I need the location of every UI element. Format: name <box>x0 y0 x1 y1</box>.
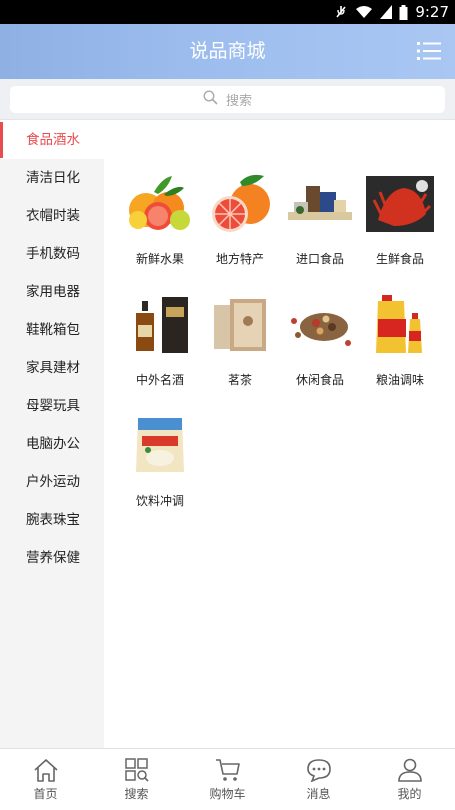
subcategory-fruit[interactable]: 新鲜水果 <box>120 164 200 274</box>
wifi-icon <box>355 5 373 19</box>
subcategory-label: 进口食品 <box>295 252 344 266</box>
subcategory-label: 茗茶 <box>227 373 252 387</box>
tab-home[interactable]: 首页 <box>0 749 91 810</box>
page-title: 说品商城 <box>189 40 266 62</box>
sidebar-item-phones[interactable]: 手机数码 <box>0 235 104 273</box>
sidebar-item-health[interactable]: 营养保健 <box>0 539 104 577</box>
liquor-icon <box>120 285 200 363</box>
subcategory-label: 粮油调味 <box>375 373 424 387</box>
sidebar-item-baby-toys[interactable]: 母婴玩具 <box>0 387 104 425</box>
imported-food-icon <box>280 164 360 242</box>
status-bar: 9:27 <box>0 0 455 24</box>
tab-label: 我的 <box>397 787 422 801</box>
subcategory-fresh-food[interactable]: 生鲜食品 <box>360 164 440 274</box>
category-content: 新鲜水果 地方特产 进口食品 生鲜食品 中外名酒 茗茶 休闲食品 粮油调味 饮料… <box>104 121 455 748</box>
app-header: 说品商城 <box>0 24 455 79</box>
tab-label: 搜索 <box>124 787 149 801</box>
bottom-tab-bar: 首页 搜索 购物车 消息 我的 <box>0 748 455 810</box>
subcategory-label: 饮料冲调 <box>135 494 184 508</box>
sidebar-item-computers[interactable]: 电脑办公 <box>0 425 104 463</box>
seafood-icon <box>360 164 440 242</box>
sidebar-item-apparel[interactable]: 衣帽时装 <box>0 197 104 235</box>
tab-messages[interactable]: 消息 <box>273 749 364 810</box>
home-icon <box>33 758 59 782</box>
tab-search[interactable]: 搜索 <box>91 749 182 810</box>
search-input[interactable]: 搜索 <box>10 86 445 113</box>
category-sidebar: 食品酒水 清洁日化 衣帽时装 手机数码 家用电器 鞋靴箱包 家具建材 母婴玩具 … <box>0 121 104 748</box>
status-time: 9:27 <box>415 3 449 21</box>
cooking-oil-icon <box>360 285 440 363</box>
battery-icon <box>399 4 408 20</box>
tab-label: 消息 <box>306 787 331 801</box>
sidebar-item-food-drinks[interactable]: 食品酒水 <box>0 121 104 159</box>
grapefruit-icon <box>200 164 280 242</box>
mute-icon <box>334 5 348 19</box>
subcategory-imported-food[interactable]: 进口食品 <box>280 164 360 274</box>
subcategory-label: 新鲜水果 <box>135 252 184 266</box>
drink-powder-icon <box>120 406 200 484</box>
subcategory-liquor[interactable]: 中外名酒 <box>120 285 200 395</box>
tab-label: 购物车 <box>209 787 246 801</box>
subcategory-oil-seasoning[interactable]: 粮油调味 <box>360 285 440 395</box>
subcategory-label: 地方特产 <box>215 252 264 266</box>
search-icon <box>203 90 218 109</box>
tea-box-icon <box>200 285 280 363</box>
tab-label: 首页 <box>33 787 58 801</box>
tab-cart[interactable]: 购物车 <box>182 749 273 810</box>
signal-icon <box>380 5 393 19</box>
sidebar-item-outdoor[interactable]: 户外运动 <box>0 463 104 501</box>
sidebar-item-appliances[interactable]: 家用电器 <box>0 273 104 311</box>
subcategory-label: 休闲食品 <box>295 373 344 387</box>
sidebar-item-watches[interactable]: 腕表珠宝 <box>0 501 104 539</box>
subcategory-snacks[interactable]: 休闲食品 <box>280 285 360 395</box>
user-icon <box>397 758 423 782</box>
cart-icon <box>215 758 241 782</box>
chat-icon <box>306 758 332 782</box>
subcategory-tea[interactable]: 茗茶 <box>200 285 280 395</box>
snacks-icon <box>280 285 360 363</box>
list-menu-icon[interactable] <box>417 40 441 62</box>
subcategory-local-specialty[interactable]: 地方特产 <box>200 164 280 274</box>
sidebar-item-furniture[interactable]: 家具建材 <box>0 349 104 387</box>
grid-search-icon <box>124 758 150 782</box>
search-placeholder: 搜索 <box>225 94 252 109</box>
subcategory-drinks[interactable]: 饮料冲调 <box>120 406 200 516</box>
sidebar-item-shoes-bags[interactable]: 鞋靴箱包 <box>0 311 104 349</box>
subcategory-label: 中外名酒 <box>135 373 184 387</box>
subcategory-label: 生鲜食品 <box>375 252 424 266</box>
fruit-icon <box>120 164 200 242</box>
tab-mine[interactable]: 我的 <box>364 749 455 810</box>
search-bar: 搜索 <box>0 79 455 120</box>
sidebar-item-cleaning[interactable]: 清洁日化 <box>0 159 104 197</box>
